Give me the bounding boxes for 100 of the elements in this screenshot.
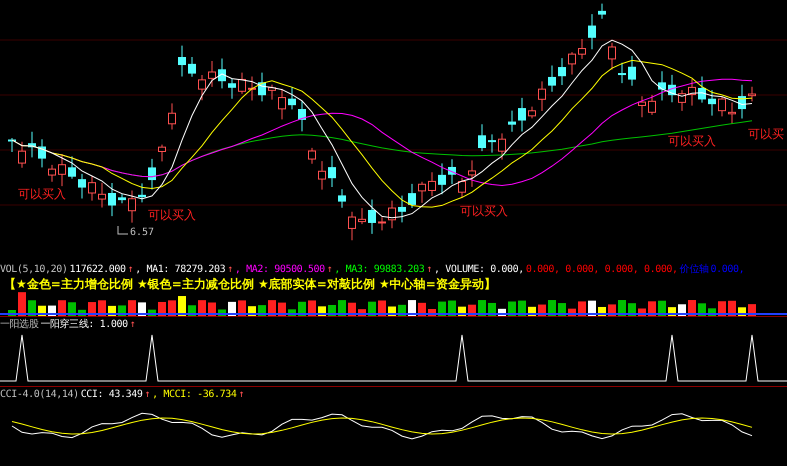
candlestick: [588, 14, 596, 50]
candlestick: [98, 182, 106, 208]
legend-text: 一阳选股: [0, 318, 38, 331]
candlestick: [88, 176, 96, 202]
candlestick: [428, 172, 436, 197]
candlestick: [338, 188, 346, 208]
candlestick: [558, 58, 566, 86]
buy-signal-label: 可以买: [748, 126, 784, 143]
candlestick: [668, 74, 676, 103]
candlestick: [418, 181, 426, 204]
legend-text: 一阳穿三线: 1.000: [40, 318, 128, 331]
trend-arrow: ↑: [144, 388, 150, 400]
candlestick: [278, 88, 286, 120]
candlestick: [698, 76, 706, 104]
candlestick: [518, 97, 526, 132]
candlestick: [318, 160, 326, 190]
candlestick: [38, 138, 46, 168]
legend-text: , MA2: 90500.500: [234, 264, 325, 274]
candlestick: [528, 106, 536, 119]
candlestick: [128, 190, 136, 224]
legend-text: 117622.000: [69, 264, 126, 274]
candlestick: [678, 90, 686, 112]
buy-signal-label: 可以买入: [668, 133, 716, 150]
candlestick: [18, 141, 26, 168]
candlestick: [548, 65, 556, 92]
trend-arrow: ↑: [426, 264, 432, 274]
trend-arrow: ↑: [238, 388, 244, 400]
candlestick: [178, 45, 186, 77]
candlestick: [358, 208, 366, 225]
candlestick: [708, 90, 716, 116]
candlestick: [658, 70, 666, 102]
candlestick: [348, 211, 356, 241]
candlestick: [608, 42, 616, 70]
candlestick: [618, 62, 626, 84]
candlestick: [398, 195, 406, 223]
candlestick: [498, 132, 506, 160]
candlestick: [408, 183, 416, 209]
legend-text: , MCCI: -36.734: [152, 388, 236, 400]
leader-line: [118, 226, 128, 234]
legend-text: 0.000, 0.000, 0.000, 0.000,: [526, 264, 678, 274]
legend-text: , VOLUME: 0.000,: [434, 264, 524, 274]
legend-text: , MA1: 78279.203: [135, 264, 226, 274]
legend-text: CCI-4.0(14,14): [0, 388, 79, 400]
candlestick: [288, 86, 296, 110]
candlestick: [368, 198, 376, 234]
candlestick: [188, 56, 196, 78]
candlestick: [388, 200, 396, 229]
legend-text: 0.000,: [710, 264, 744, 274]
buy-signal-label: 可以买入: [148, 207, 196, 224]
candlestick: [58, 153, 66, 187]
candlestick: [308, 147, 316, 164]
legend-text: , MA3: 99883.203: [334, 264, 424, 274]
candlestick: [688, 78, 696, 106]
candlestick: [738, 84, 746, 120]
candlestick: [488, 134, 496, 154]
candlestick: [568, 52, 576, 75]
candlestick: [108, 182, 116, 217]
candlestick: [8, 138, 16, 152]
candlestick: [458, 177, 466, 198]
legend-text: CCI: 43.349: [80, 388, 143, 400]
candlestick: [48, 164, 56, 182]
candlestick: [478, 124, 486, 152]
candlestick: [248, 76, 256, 102]
legend-text: VOL(5,10,20): [0, 264, 68, 274]
legend-text: 价位轴: [680, 262, 708, 276]
candlestick: [328, 155, 336, 188]
candlestick: [68, 156, 76, 180]
candlestick: [628, 55, 636, 86]
trend-arrow: ↑: [128, 264, 134, 274]
candlestick: [268, 84, 276, 100]
candlestick: [28, 131, 36, 158]
trend-arrow: ↑: [130, 318, 136, 330]
candlestick: [158, 144, 166, 162]
price-label: 6.57: [130, 227, 154, 238]
candlestick: [648, 94, 656, 116]
candlestick: [118, 194, 126, 204]
candlestick: [258, 72, 266, 102]
candlestick: [238, 72, 246, 94]
candlestick: [78, 173, 86, 200]
candlestick: [598, 3, 606, 20]
candlestick: [208, 60, 216, 88]
candlestick: [748, 86, 756, 102]
legend-note: 【★金色=主力增仓比例 ★银色=主力减仓比例 ★底部实体=对敲比例 ★中心轴=资金异动】: [3, 276, 497, 292]
trend-arrow: ↑: [227, 264, 233, 274]
candlestick: [448, 158, 456, 185]
trend-arrow: ↑: [326, 264, 332, 274]
candlestick: [298, 100, 306, 132]
candlestick: [578, 38, 586, 60]
candlestick: [378, 216, 386, 231]
candlestick: [728, 102, 736, 124]
candlestick: [718, 96, 726, 117]
buy-signal-label: 可以买入: [460, 203, 508, 220]
candlestick: [138, 182, 146, 203]
candlestick: [468, 160, 476, 188]
candlestick: [168, 102, 176, 130]
candlestick: [198, 74, 206, 101]
candlestick: [148, 158, 156, 190]
candlestick: [228, 78, 236, 100]
candlestick: [508, 110, 516, 132]
candlestick: [538, 80, 546, 112]
